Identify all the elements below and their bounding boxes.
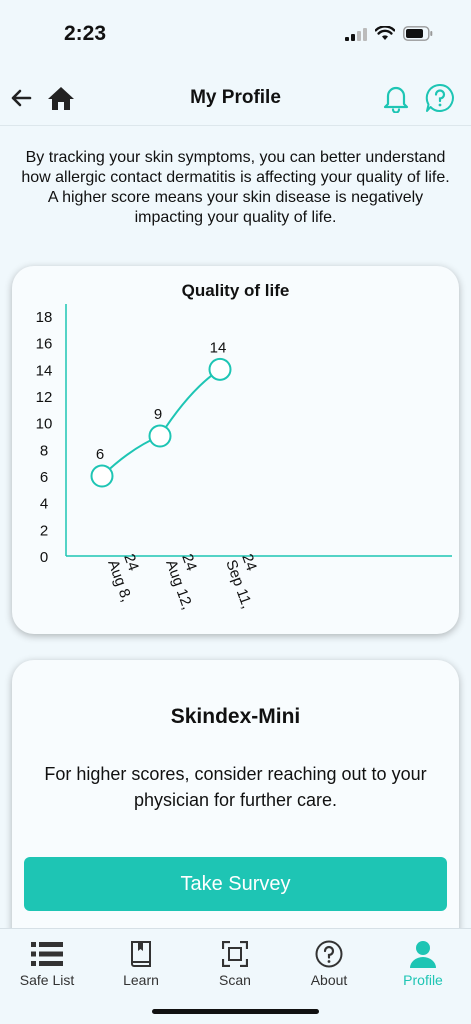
survey-text: For higher scores, consider reaching out…: [44, 764, 427, 810]
x-tick-label: Aug 12,24: [162, 552, 200, 612]
quality-of-life-chart: 0 2 4 6 8 10 12 14 16 18 6 9 14 Aug 8,24 Aug 12,24 Sep …: [36, 304, 452, 612]
y-tick-label: 16: [36, 336, 53, 353]
tab-label: Safe List: [19, 972, 75, 988]
survey-title: Skindex-Mini: [170, 705, 301, 728]
data-point: [90, 464, 114, 488]
y-tick-label: 6: [40, 469, 48, 486]
y-tick-label: 10: [36, 416, 53, 433]
intro-text: By tracking your skin symptoms, you can …: [21, 149, 450, 226]
y-tick-label: 14: [36, 362, 53, 379]
y-tick-label: 0: [40, 549, 48, 566]
bell-icon: [383, 86, 409, 113]
data-label: 6: [96, 446, 104, 463]
data-point: [148, 424, 172, 448]
tab-learn[interactable]: Learn: [94, 929, 188, 999]
person-icon: [410, 941, 436, 968]
tab-label: Scan: [219, 972, 251, 988]
y-tick-label: 12: [36, 389, 53, 406]
data-point: [208, 357, 232, 381]
question-circle-icon: [315, 940, 343, 968]
status-bar: 2:23: [0, 0, 471, 70]
battery-icon: [403, 26, 433, 41]
help-button[interactable]: [425, 83, 455, 113]
status-icons: [345, 26, 433, 41]
y-tick-label: 18: [36, 309, 53, 326]
tab-safe-list[interactable]: Safe List: [0, 929, 94, 999]
wifi-icon: [375, 26, 395, 40]
notifications-button[interactable]: [381, 83, 411, 113]
x-tick-label: Aug 8,24: [104, 552, 142, 604]
tab-label: Profile: [403, 972, 443, 988]
y-tick-label: 8: [40, 442, 48, 459]
signal-icon: [345, 27, 367, 41]
data-label: 9: [154, 406, 162, 423]
book-icon: [131, 941, 151, 967]
scan-icon: [222, 941, 248, 967]
help-chat-icon: [425, 83, 454, 112]
y-tick-label: 4: [40, 496, 48, 513]
data-label: 14: [210, 339, 227, 356]
quality-of-life-card: Quality of life 0 2 4 6 8 10 12 14 16 18 6 9 14 Aug 8…: [12, 266, 459, 634]
home-indicator: [152, 1009, 319, 1014]
tab-scan[interactable]: Scan: [188, 929, 282, 999]
x-tick-label: Sep 11,24: [222, 552, 260, 611]
take-survey-button[interactable]: Take Survey: [24, 857, 447, 911]
list-icon: [31, 942, 63, 966]
status-time: 2:23: [64, 22, 107, 45]
tab-label: Learn: [123, 972, 159, 988]
skindex-card: Skindex-Mini For higher scores, consider…: [12, 660, 459, 950]
tab-about[interactable]: About: [282, 929, 376, 999]
tab-label: About: [310, 972, 348, 988]
y-tick-label: 2: [40, 522, 48, 539]
app-header: My Profile: [0, 70, 471, 126]
tab-profile[interactable]: Profile: [376, 929, 470, 999]
